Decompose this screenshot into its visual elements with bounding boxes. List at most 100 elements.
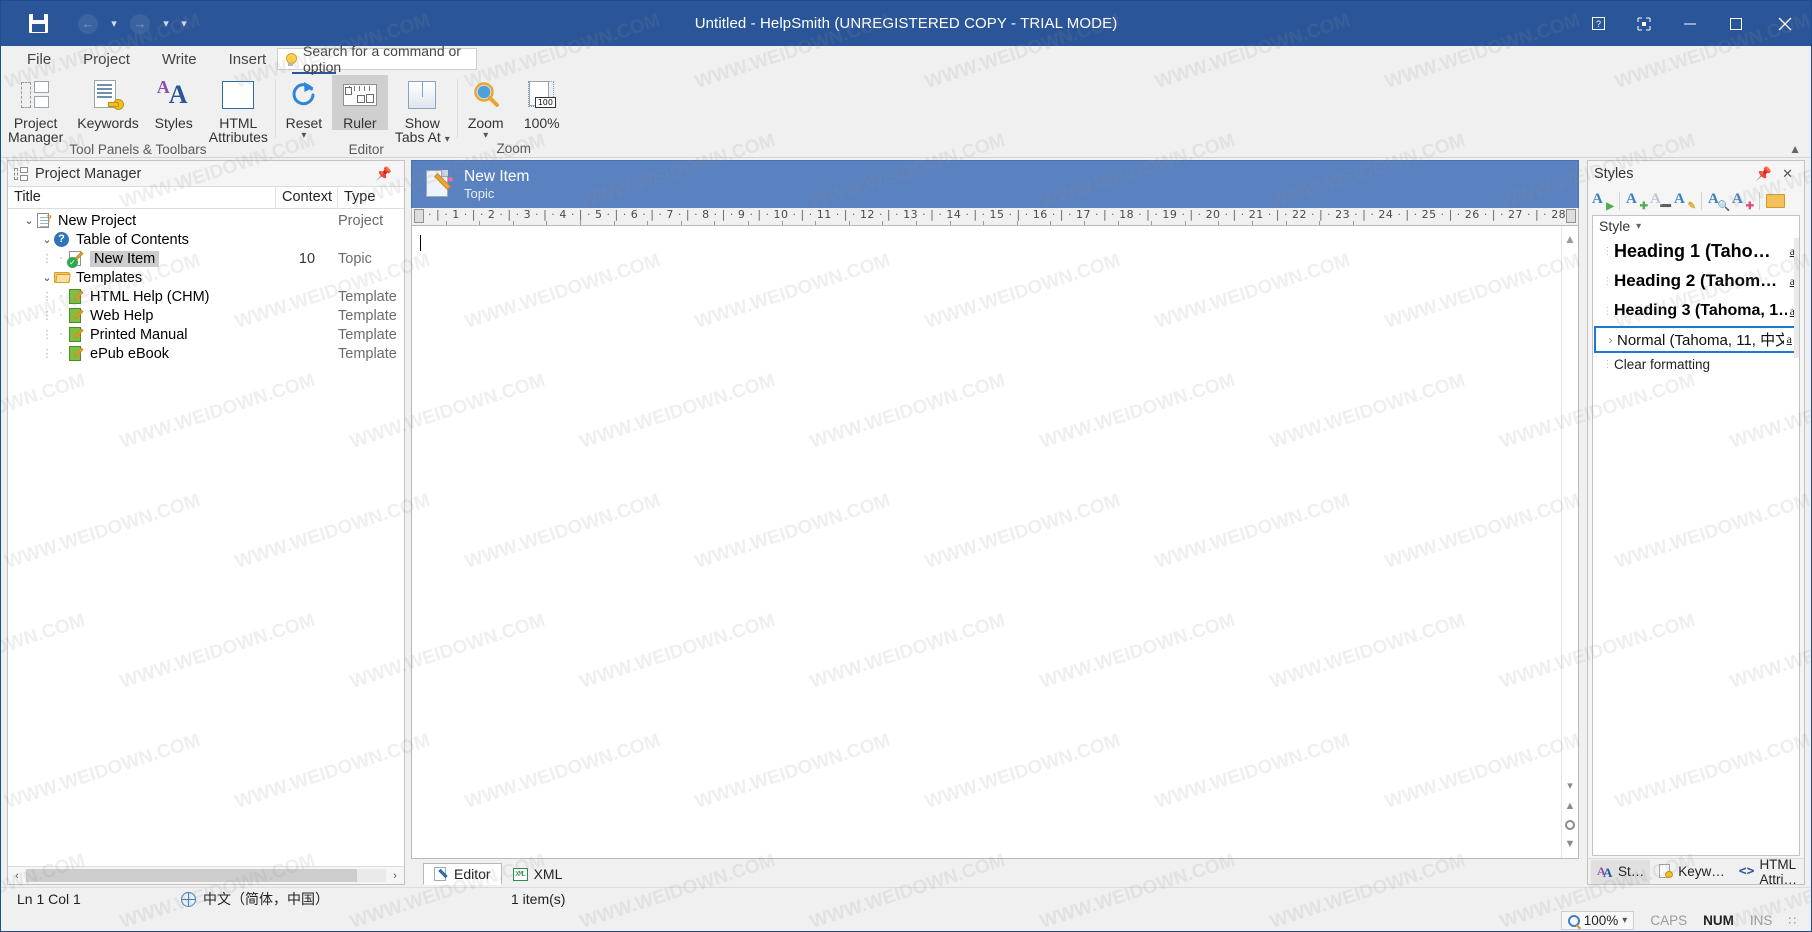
- scroll-left-icon[interactable]: ‹: [8, 870, 26, 882]
- items-count: 1 item(s): [511, 891, 566, 907]
- tab-project[interactable]: Project: [67, 48, 146, 73]
- save-button[interactable]: [23, 9, 53, 39]
- collapse-icon[interactable]: ▾: [1567, 779, 1573, 792]
- customize-qat-caret-icon[interactable]: ▾: [177, 17, 191, 30]
- undo-dropdown-caret-icon[interactable]: ▾: [107, 17, 121, 30]
- column-header-context[interactable]: Context: [276, 187, 338, 208]
- table-row[interactable]: ⋮ ‧ ePub eBook Template: [8, 344, 404, 363]
- template-icon: [68, 326, 84, 343]
- collapse-ribbon-button[interactable]: ▲: [1789, 142, 1801, 156]
- zoom-control[interactable]: 100% ▾: [1560, 911, 1635, 930]
- tab-html-attributes[interactable]: <> HTML Attri…: [1733, 857, 1803, 887]
- select-browse-object-icon[interactable]: [1564, 820, 1575, 830]
- tab-xml[interactable]: XML XML: [502, 863, 574, 885]
- redo-dropdown-caret-icon[interactable]: ▾: [159, 17, 173, 30]
- ribbon-button-keywords[interactable]: Keywords: [70, 75, 145, 130]
- apply-style-icon[interactable]: A ▶: [1592, 191, 1614, 212]
- command-search[interactable]: Search for a command or option: [277, 43, 477, 75]
- redo-button[interactable]: →: [125, 9, 155, 39]
- styles-list-scrollbar[interactable]: [1794, 238, 1799, 855]
- minimize-button[interactable]: [1667, 1, 1713, 46]
- chevron-down-icon[interactable]: ▾: [1622, 915, 1627, 926]
- scroll-thumb[interactable]: [1794, 238, 1799, 358]
- styles-list[interactable]: Style ▾ ⋮ Heading 1 (Taho… a ⋮ Heading 2…: [1592, 215, 1800, 856]
- close-icon[interactable]: ✕: [1777, 166, 1798, 182]
- pin-icon[interactable]: 📌: [370, 166, 398, 182]
- table-row[interactable]: ⋮ ‧ Printed Manual Template: [8, 325, 404, 344]
- ribbon-button-ruler[interactable]: Ruler: [331, 75, 388, 130]
- scroll-page-up-icon[interactable]: ▲: [1565, 800, 1576, 812]
- table-row[interactable]: ⋮ ‧ HTML Help (CHM) Template: [8, 287, 404, 306]
- scroll-right-icon[interactable]: ›: [386, 870, 404, 882]
- chevron-down-icon[interactable]: ▾: [483, 131, 488, 141]
- close-button[interactable]: [1759, 1, 1811, 46]
- new-style-icon[interactable]: A ✚: [1626, 191, 1648, 212]
- edit-style-icon[interactable]: A ✎: [1674, 191, 1696, 212]
- left-indent-marker[interactable]: [414, 209, 424, 223]
- scroll-page-down-icon[interactable]: ▼: [1565, 838, 1576, 850]
- ribbon-button-project-manager[interactable]: Project Manager: [1, 75, 70, 144]
- styles-list-header[interactable]: Style ▾: [1593, 216, 1799, 236]
- list-item[interactable]: ⋮ Heading 1 (Taho… a: [1593, 236, 1799, 266]
- language-indicator[interactable]: 中文（简体，中国）: [181, 889, 329, 909]
- editor-view-tabs: Editor XML XML: [411, 859, 1579, 885]
- scroll-thumb[interactable]: [26, 869, 358, 882]
- project-tree-hscrollbar[interactable]: ‹ ›: [8, 866, 404, 884]
- help-button[interactable]: ?: [1575, 1, 1621, 46]
- ribbon-button-styles[interactable]: AA Styles: [146, 75, 202, 130]
- styles-panel: Styles 📌 ✕ A ▶ A ✚ A ➖ A ✎ A 🔍 A ✚ Style ▾: [1587, 160, 1805, 887]
- list-item[interactable]: ⋮ Clear formatting: [1593, 353, 1799, 375]
- tab-insert[interactable]: Insert: [213, 48, 283, 73]
- list-item-selected[interactable]: › Normal (Tahoma, 11, 中文… a: [1594, 326, 1798, 353]
- expander-icon[interactable]: ›: [1604, 333, 1617, 347]
- list-item[interactable]: ⋮ Heading 2 (Tahom… a: [1593, 266, 1799, 296]
- tab-keywords[interactable]: Keyw…: [1652, 860, 1731, 884]
- table-row[interactable]: ⌄ ? New Project Project: [8, 211, 404, 230]
- table-row[interactable]: ⋮ ‧ ✓ New Item 10 Topic: [8, 249, 404, 268]
- scroll-track[interactable]: [26, 869, 386, 882]
- right-indent-marker[interactable]: [1566, 209, 1576, 223]
- ribbon-button-show-tabs-at[interactable]: Show Tabs At ▾: [388, 75, 457, 145]
- ribbon-button-label: Zoom: [467, 115, 504, 131]
- expander-icon[interactable]: ⌄: [22, 214, 36, 227]
- ribbon-button-html-attributes[interactable]: HTML Attributes: [202, 75, 275, 144]
- chevron-down-icon[interactable]: ▾: [1636, 221, 1641, 232]
- ribbon-button-zoom[interactable]: Zoom ▾: [458, 75, 514, 141]
- find-style-icon[interactable]: A 🔍: [1708, 191, 1730, 212]
- update-style-icon[interactable]: A ✚: [1732, 191, 1754, 212]
- maximize-button[interactable]: [1713, 1, 1759, 46]
- open-style-sheet-icon[interactable]: [1766, 191, 1787, 211]
- ribbon-button-zoom-100[interactable]: 100 100%: [514, 75, 570, 130]
- undo-button[interactable]: ←: [73, 9, 103, 39]
- editor-side-controls[interactable]: ▲ ▾ ▲ ▼: [1561, 226, 1578, 858]
- pin-icon[interactable]: 📌: [1751, 166, 1777, 182]
- table-row[interactable]: ⋮ ‧ Web Help Template: [8, 306, 404, 325]
- editor-ruler[interactable]: · | · 1 · | · 2 · | · 3 · | · 4 · | · 5 …: [411, 208, 1579, 226]
- column-header-title[interactable]: Title: [8, 187, 276, 208]
- save-icon: [28, 14, 48, 33]
- table-row[interactable]: ⌄ ? Table of Contents: [8, 230, 404, 249]
- tab-editor[interactable]: Editor: [423, 863, 502, 885]
- expander-icon[interactable]: ⌄: [40, 233, 54, 246]
- html-attributes-icon: [222, 77, 255, 113]
- delete-style-icon[interactable]: A ➖: [1650, 191, 1672, 212]
- fullscreen-button[interactable]: [1621, 1, 1667, 46]
- folder-icon: [54, 270, 71, 286]
- caps-indicator: CAPS: [1650, 913, 1688, 928]
- expander-icon[interactable]: ⌄: [40, 271, 54, 284]
- project-tree[interactable]: ⌄ ? New Project Project ⌄ ? Table of Con…: [8, 209, 404, 866]
- project-tree-header: Title Context Type: [8, 187, 404, 209]
- tab-styles[interactable]: AA St…: [1591, 859, 1651, 884]
- column-header-type[interactable]: Type: [338, 187, 404, 208]
- resize-grip-icon[interactable]: ∷: [1788, 914, 1797, 928]
- chevron-down-icon[interactable]: ▾: [301, 131, 306, 141]
- tree-item-type: Template: [338, 307, 397, 324]
- list-item[interactable]: ⋮ Heading 3 (Tahoma, 1… a: [1593, 296, 1799, 326]
- scroll-up-icon[interactable]: ▲: [1564, 232, 1576, 246]
- editor-canvas[interactable]: [412, 226, 1561, 858]
- tab-write[interactable]: Write: [146, 48, 213, 73]
- tab-file[interactable]: File: [11, 48, 67, 73]
- ribbon-button-reset[interactable]: Reset ▾: [276, 75, 332, 141]
- table-row[interactable]: ⌄ Templates: [8, 268, 404, 287]
- project-icon: ?: [36, 212, 52, 229]
